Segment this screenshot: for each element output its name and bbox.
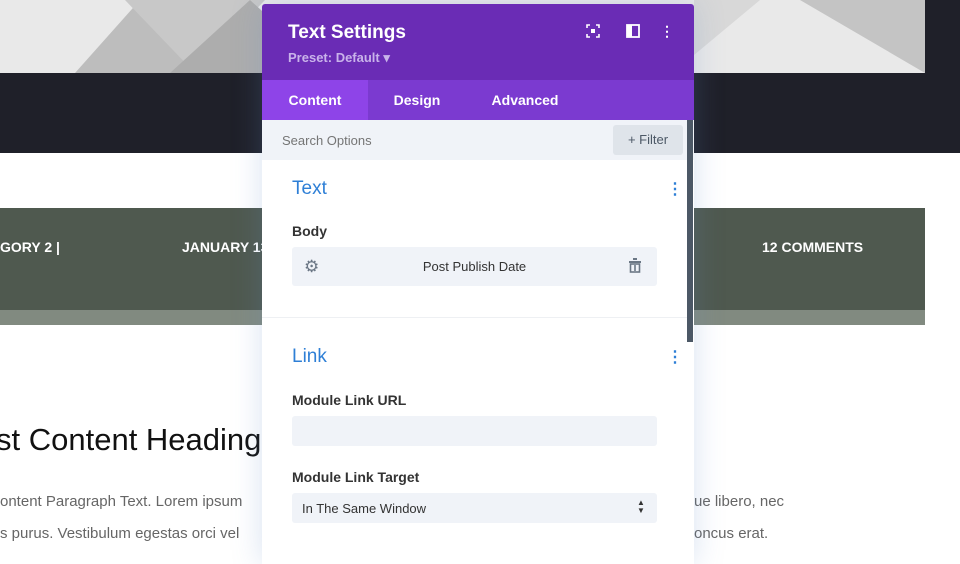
split-view-icon[interactable]	[626, 24, 640, 38]
paragraph-line-2-right: oncus erat.	[694, 525, 769, 542]
trash-icon[interactable]	[629, 258, 641, 276]
scrollbar[interactable]	[687, 120, 693, 342]
meta-comments[interactable]: 12 COMMENTS	[762, 239, 863, 255]
link-section-menu-icon[interactable]: ⋮	[667, 350, 683, 366]
module-link-url-label: Module Link URL	[292, 392, 407, 408]
meta-date: JANUARY 13	[182, 239, 269, 255]
body-label: Body	[292, 223, 327, 239]
tab-design[interactable]: Design	[380, 80, 454, 120]
tab-advanced[interactable]: Advanced	[482, 80, 568, 120]
paragraph-line-2-left: s purus. Vestibulum egestas orci vel	[0, 525, 240, 542]
module-link-url-input[interactable]	[292, 416, 657, 446]
search-options-input[interactable]	[282, 128, 582, 152]
more-options-icon[interactable]: ⋮	[660, 24, 674, 38]
module-link-target-select[interactable]: In The Same Window ▲ ▼	[292, 493, 657, 523]
paragraph-line-1-right: ue libero, nec	[694, 493, 785, 510]
panel-title: Text Settings	[288, 22, 406, 43]
target-value: In The Same Window	[302, 501, 427, 516]
preset-dropdown[interactable]: Preset: Default ▾	[288, 50, 390, 66]
paragraph-line-1-left: ontent Paragraph Text. Lorem ipsum	[0, 493, 243, 510]
section-menu-icon[interactable]: ⋮	[667, 182, 683, 198]
settings-panel: Text Settings Preset: Default ▾ ⋮ Conten…	[262, 4, 694, 564]
filter-button[interactable]: + Filter	[613, 125, 683, 155]
tab-content[interactable]: Content	[262, 80, 368, 120]
fullscreen-icon[interactable]	[586, 24, 600, 38]
section-divider	[262, 317, 687, 318]
select-arrows-icon: ▲ ▼	[637, 498, 645, 515]
panel-header[interactable]: Text Settings Preset: Default ▾ ⋮	[262, 4, 694, 80]
section-title-link[interactable]: Link	[292, 346, 327, 368]
module-link-target-label: Module Link Target	[292, 469, 420, 485]
search-row: + Filter	[262, 120, 694, 160]
body-value: Post Publish Date	[422, 259, 527, 274]
post-heading: st Content Heading	[0, 422, 262, 457]
panel-tabs: Content Design Advanced	[262, 80, 694, 120]
body-dynamic-field[interactable]: ⚙ Post Publish Date	[292, 247, 657, 286]
section-title-text[interactable]: Text	[292, 178, 327, 200]
meta-category[interactable]: GORY 2 |	[0, 239, 60, 255]
